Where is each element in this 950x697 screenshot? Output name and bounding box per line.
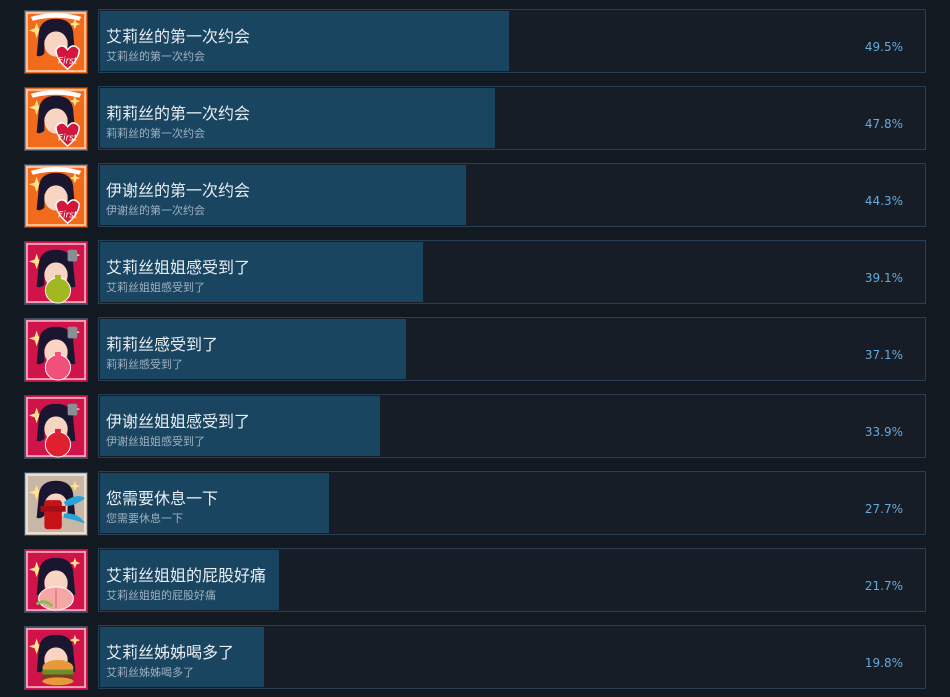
pink-flask-icon xyxy=(24,318,88,382)
achievement-row[interactable]: 您需要休息一下 您需要休息一下 27.7% xyxy=(24,471,926,536)
achievement-row[interactable]: First 莉莉丝的第一次约会 莉莉丝的第一次约会 47.8% xyxy=(24,86,926,151)
achievement-description: 艾莉丝姐姐的屁股好痛 xyxy=(106,589,216,602)
achievement-title: 伊谢丝的第一次约会 xyxy=(106,181,251,200)
progress-bar: 艾莉丝姊姊喝多了 艾莉丝姊姊喝多了 19.8% xyxy=(98,625,926,689)
unlock-percentage: 44.3% xyxy=(864,194,903,208)
peach-icon xyxy=(24,549,88,613)
achievement-title: 您需要休息一下 xyxy=(106,489,219,508)
achievement-row[interactable]: 艾莉丝姐姐感受到了 艾莉丝姐姐感受到了 39.1% xyxy=(24,240,926,305)
svg-text:First: First xyxy=(58,210,78,220)
achievement-title: 莉莉丝感受到了 xyxy=(106,335,219,354)
achievement-description: 艾莉丝姐姐感受到了 xyxy=(106,281,205,294)
progress-bar: 艾莉丝的第一次约会 艾莉丝的第一次约会 49.5% xyxy=(98,9,926,73)
progress-bar: 伊谢丝姐姐感受到了 伊谢丝姐姐感受到了 33.9% xyxy=(98,394,926,458)
unlock-percentage: 37.1% xyxy=(864,348,903,362)
progress-bar: 莉莉丝感受到了 莉莉丝感受到了 37.1% xyxy=(98,317,926,381)
achievement-description: 莉莉丝的第一次约会 xyxy=(106,127,205,140)
achievement-title: 伊谢丝姐姐感受到了 xyxy=(106,412,251,431)
svg-text:First: First xyxy=(58,133,78,143)
progress-bar: 莉莉丝的第一次约会 莉莉丝的第一次约会 47.8% xyxy=(98,86,926,150)
achievement-list: First 艾莉丝的第一次约会 艾莉丝的第一次约会 49.5% First 莉莉… xyxy=(0,0,950,697)
svg-text:First: First xyxy=(58,56,78,66)
fire-hydrant-icon xyxy=(24,472,88,536)
achievement-title: 艾莉丝姐姐的屁股好痛 xyxy=(106,566,267,585)
achievement-title: 艾莉丝姊姊喝多了 xyxy=(106,643,235,662)
achievement-title: 艾莉丝姐姐感受到了 xyxy=(106,258,251,277)
unlock-percentage: 21.7% xyxy=(864,579,903,593)
achievement-title: 艾莉丝的第一次约会 xyxy=(106,27,251,46)
achievement-row[interactable]: First 伊谢丝的第一次约会 伊谢丝的第一次约会 44.3% xyxy=(24,163,926,228)
achievement-description: 艾莉丝姊姊喝多了 xyxy=(106,666,194,679)
red-flask-icon xyxy=(24,395,88,459)
achievement-row[interactable]: 艾莉丝姐姐的屁股好痛 艾莉丝姐姐的屁股好痛 21.7% xyxy=(24,548,926,613)
achievement-row[interactable]: 莉莉丝感受到了 莉莉丝感受到了 37.1% xyxy=(24,317,926,382)
first-date-heart-icon: First xyxy=(24,164,88,228)
green-flask-icon xyxy=(24,241,88,305)
progress-bar: 伊谢丝的第一次约会 伊谢丝的第一次约会 44.3% xyxy=(98,163,926,227)
unlock-percentage: 19.8% xyxy=(864,656,903,670)
unlock-percentage: 49.5% xyxy=(864,40,903,54)
progress-bar: 艾莉丝姐姐的屁股好痛 艾莉丝姐姐的屁股好痛 21.7% xyxy=(98,548,926,612)
achievement-description: 您需要休息一下 xyxy=(106,512,183,525)
achievement-description: 伊谢丝姐姐感受到了 xyxy=(106,435,205,448)
achievement-row[interactable]: 伊谢丝姐姐感受到了 伊谢丝姐姐感受到了 33.9% xyxy=(24,394,926,459)
first-date-heart-icon: First xyxy=(24,10,88,74)
burger-icon xyxy=(24,626,88,690)
progress-bar: 您需要休息一下 您需要休息一下 27.7% xyxy=(98,471,926,535)
unlock-percentage: 47.8% xyxy=(864,117,903,131)
unlock-percentage: 33.9% xyxy=(864,425,903,439)
achievement-description: 莉莉丝感受到了 xyxy=(106,358,183,371)
achievement-row[interactable]: 艾莉丝姊姊喝多了 艾莉丝姊姊喝多了 19.8% xyxy=(24,625,926,690)
achievement-description: 艾莉丝的第一次约会 xyxy=(106,50,205,63)
achievement-description: 伊谢丝的第一次约会 xyxy=(106,204,205,217)
achievement-row[interactable]: First 艾莉丝的第一次约会 艾莉丝的第一次约会 49.5% xyxy=(24,9,926,74)
first-date-heart-icon: First xyxy=(24,87,88,151)
progress-bar: 艾莉丝姐姐感受到了 艾莉丝姐姐感受到了 39.1% xyxy=(98,240,926,304)
unlock-percentage: 39.1% xyxy=(864,271,903,285)
unlock-percentage: 27.7% xyxy=(864,502,903,516)
achievement-title: 莉莉丝的第一次约会 xyxy=(106,104,251,123)
